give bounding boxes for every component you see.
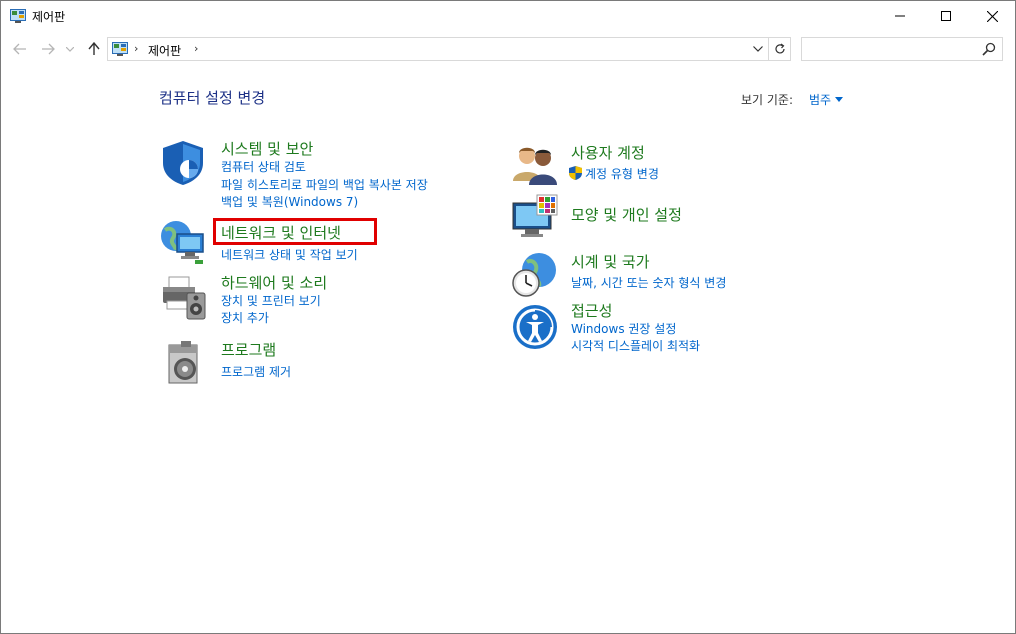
shield-icon[interactable] bbox=[159, 139, 207, 187]
clock-globe-icon[interactable] bbox=[511, 250, 559, 298]
control-panel-icon bbox=[10, 9, 26, 23]
view-by-value[interactable]: 범주 bbox=[809, 91, 831, 108]
search-icon[interactable] bbox=[982, 42, 996, 56]
highlight-box bbox=[213, 218, 377, 245]
link-file-history-backup[interactable]: 파일 히스토리로 파일의 백업 복사본 저장 bbox=[221, 176, 428, 193]
close-button[interactable] bbox=[969, 1, 1015, 31]
arrow-right-icon bbox=[42, 43, 55, 55]
chevron-down-icon bbox=[66, 46, 74, 52]
breadcrumb-separator[interactable]: › bbox=[134, 42, 138, 55]
category-title-clock-region[interactable]: 시계 및 국가 bbox=[571, 251, 650, 272]
control-panel-icon bbox=[112, 42, 128, 56]
category-title-ease-of-access[interactable]: 접근성 bbox=[571, 300, 612, 321]
ease-of-access-icon[interactable] bbox=[511, 303, 559, 351]
network-globe-icon[interactable] bbox=[159, 218, 207, 266]
link-add-device[interactable]: 장치 추가 bbox=[221, 309, 269, 326]
minimize-button[interactable] bbox=[877, 1, 923, 31]
search-input[interactable] bbox=[806, 39, 976, 59]
link-change-account-type[interactable]: 계정 유형 변경 bbox=[569, 165, 659, 182]
address-dropdown-button[interactable] bbox=[750, 41, 766, 57]
minimize-icon bbox=[895, 15, 905, 17]
program-disc-icon[interactable] bbox=[159, 339, 207, 387]
search-box[interactable] bbox=[801, 37, 1003, 61]
recent-locations-button[interactable] bbox=[63, 39, 77, 59]
refresh-icon bbox=[774, 43, 785, 54]
title-bar: 제어판 bbox=[1, 1, 1015, 31]
category-title-system-security[interactable]: 시스템 및 보안 bbox=[221, 138, 313, 159]
category-title-programs[interactable]: 프로그램 bbox=[221, 339, 276, 360]
breadcrumb-separator[interactable]: › bbox=[194, 42, 198, 55]
link-windows-recommended-settings[interactable]: Windows 권장 설정 bbox=[571, 320, 676, 337]
printer-speaker-icon[interactable] bbox=[159, 273, 207, 321]
link-devices-printers[interactable]: 장치 및 프린터 보기 bbox=[221, 292, 321, 309]
link-change-account-type-label[interactable]: 계정 유형 변경 bbox=[585, 167, 659, 181]
navigation-bar: › 제어판 › bbox=[1, 36, 1015, 62]
view-by-label: 보기 기준: bbox=[741, 93, 794, 107]
chevron-down-icon bbox=[753, 46, 763, 52]
control-panel-window: 제어판 › 제어판 › 컴퓨터 설정 변경 보기 기준: 범주 시스템 및 보안… bbox=[0, 0, 1016, 634]
window-title: 제어판 bbox=[32, 10, 66, 24]
address-bar[interactable]: › 제어판 › bbox=[107, 37, 769, 61]
view-by-dropdown[interactable]: 범주 bbox=[809, 91, 844, 108]
up-button[interactable] bbox=[85, 39, 103, 59]
link-uninstall-program[interactable]: 프로그램 제거 bbox=[221, 363, 291, 380]
category-title-appearance[interactable]: 모양 및 개인 설정 bbox=[571, 204, 682, 225]
category-title-hardware-sound[interactable]: 하드웨어 및 소리 bbox=[221, 272, 327, 293]
page-title: 컴퓨터 설정 변경 bbox=[159, 89, 266, 107]
arrow-up-icon bbox=[88, 42, 100, 55]
monitor-palette-icon[interactable] bbox=[511, 193, 559, 241]
refresh-button[interactable] bbox=[769, 37, 791, 61]
forward-button[interactable] bbox=[39, 39, 57, 59]
arrow-left-icon bbox=[13, 43, 26, 55]
link-change-date-time-format[interactable]: 날짜, 시간 또는 숫자 형식 변경 bbox=[571, 274, 726, 291]
maximize-icon bbox=[941, 11, 951, 21]
users-icon[interactable] bbox=[511, 141, 559, 189]
back-button[interactable] bbox=[11, 39, 29, 59]
uac-shield-icon bbox=[569, 166, 582, 180]
link-optimize-visual-display[interactable]: 시각적 디스플레이 최적화 bbox=[571, 337, 700, 354]
link-network-status-tasks[interactable]: 네트워크 상태 및 작업 보기 bbox=[221, 246, 358, 263]
link-review-computer-status[interactable]: 컴퓨터 상태 검토 bbox=[221, 158, 306, 175]
category-title-user-accounts[interactable]: 사용자 계정 bbox=[571, 142, 645, 163]
close-icon bbox=[986, 10, 998, 22]
triangle-down-icon bbox=[835, 97, 844, 102]
maximize-button[interactable] bbox=[923, 1, 969, 31]
breadcrumb-control-panel[interactable]: 제어판 bbox=[148, 42, 181, 59]
link-backup-restore-win7[interactable]: 백업 및 복원(Windows 7) bbox=[221, 193, 358, 210]
